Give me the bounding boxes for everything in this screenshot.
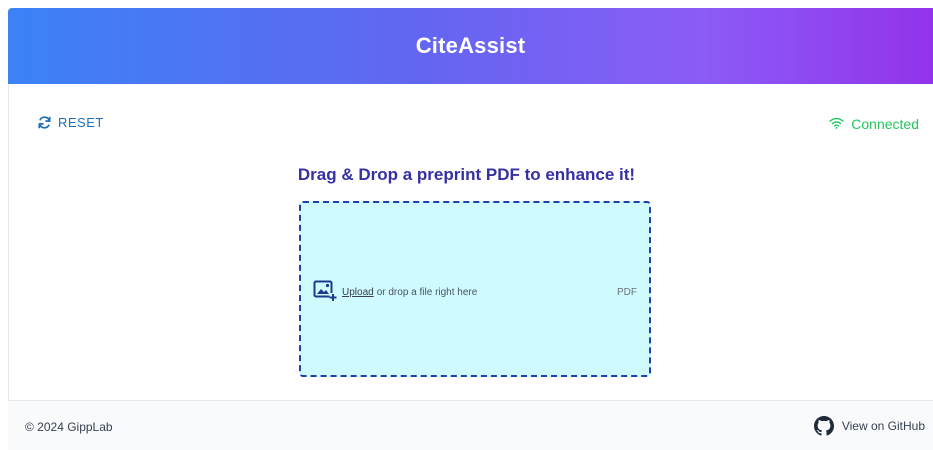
- status-label: Connected: [851, 116, 919, 132]
- page-footer: © 2024 GippLab View on GitHub: [8, 400, 933, 450]
- reset-button[interactable]: RESET: [37, 115, 104, 130]
- upload-prompt: Drag & Drop a preprint PDF to enhance it…: [297, 165, 636, 184]
- github-icon: [813, 416, 834, 436]
- content-border: [8, 84, 9, 400]
- github-link[interactable]: View on GitHub: [813, 416, 925, 436]
- refresh-icon: [37, 115, 52, 130]
- github-label: View on GitHub: [841, 419, 925, 433]
- upload-link[interactable]: Upload: [342, 287, 374, 298]
- page: CiteAssist RESET Connected Drag & Drop a…: [0, 0, 933, 450]
- connection-status: Connected: [829, 116, 919, 132]
- copyright-text: © 2024 GippLab: [25, 420, 113, 434]
- app-title: CiteAssist: [415, 33, 526, 58]
- accepted-file-type: PDF: [617, 287, 637, 298]
- reset-label: RESET: [58, 115, 104, 130]
- image-add-icon: [313, 280, 337, 305]
- dropzone-content: Upload or drop a file right here PDF: [313, 280, 637, 305]
- file-dropzone[interactable]: Upload or drop a file right here PDF: [299, 201, 651, 377]
- app-header: CiteAssist: [8, 8, 933, 84]
- dropzone-hint: or drop a file right here: [376, 287, 478, 298]
- wifi-icon: [829, 116, 844, 132]
